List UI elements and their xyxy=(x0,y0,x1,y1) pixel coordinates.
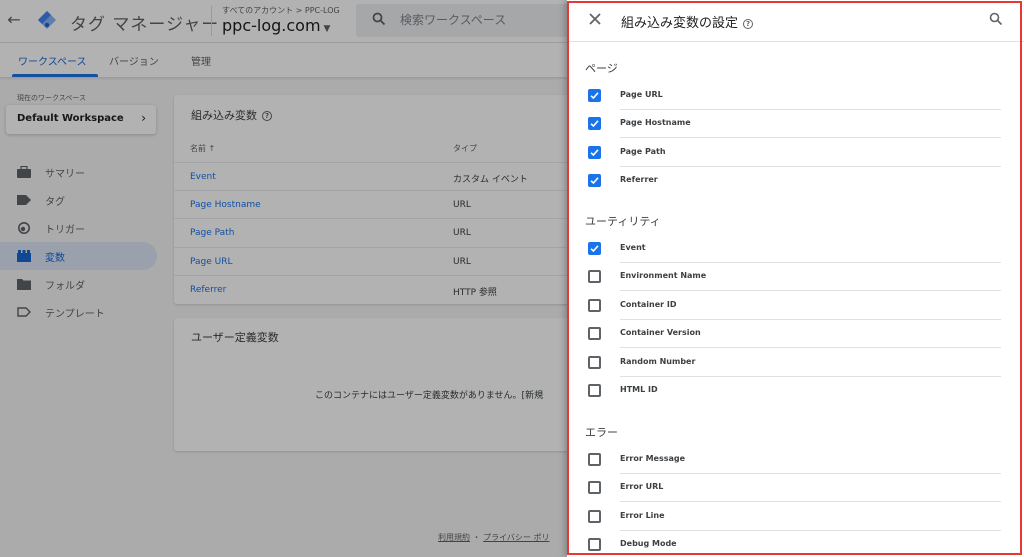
variable-checkbox-row[interactable]: Error URL xyxy=(587,474,1001,503)
variable-label: Page Hostname xyxy=(620,118,691,128)
search-icon[interactable] xyxy=(989,12,1003,26)
checkbox[interactable] xyxy=(588,242,601,255)
checkbox[interactable] xyxy=(588,270,601,284)
variable-checkbox-row[interactable]: Container Version xyxy=(587,320,1001,349)
checkmark-icon xyxy=(590,245,599,253)
variable-label: Page Path xyxy=(620,146,666,156)
variable-label: Debug Mode xyxy=(620,539,677,549)
checkbox[interactable] xyxy=(588,509,601,523)
section-heading: エラー xyxy=(585,426,618,439)
checkbox[interactable] xyxy=(588,481,601,495)
variable-checkbox-row[interactable]: Error Message xyxy=(587,446,1001,474)
checkmark-icon xyxy=(590,120,599,128)
variable-label: Error Message xyxy=(620,454,686,463)
variable-checkbox-row[interactable]: Error Line xyxy=(587,503,1001,531)
variable-label: HTML ID xyxy=(620,385,658,394)
variable-label: Event xyxy=(620,243,646,252)
builtin-variables-config-panel: 組み込み変数の設定? ページ Page URL Page Hostname Page … xyxy=(567,0,1024,557)
checkbox[interactable] xyxy=(588,355,601,369)
section-heading: ページ xyxy=(585,62,618,75)
checkbox[interactable] xyxy=(588,538,601,552)
checkmark-icon xyxy=(590,92,599,100)
checkbox[interactable] xyxy=(588,327,601,341)
variable-checkbox-row[interactable]: Container ID xyxy=(587,292,1001,320)
variable-checkbox-row[interactable]: Random Number xyxy=(587,349,1001,377)
variable-checkbox-row[interactable]: HTML ID xyxy=(587,377,1001,405)
checkbox[interactable] xyxy=(588,453,601,466)
checkbox[interactable] xyxy=(588,298,601,312)
checkbox[interactable] xyxy=(588,174,601,188)
variable-checkbox-row[interactable]: Debug Mode xyxy=(587,531,1001,557)
checkmark-icon xyxy=(590,149,599,156)
variable-checkbox-row[interactable]: Page Hostname xyxy=(587,110,1001,139)
panel-title-text: 組み込み変数の設定 xyxy=(621,16,739,31)
section-heading: ユーティリティ xyxy=(585,215,661,228)
variable-label: Error URL xyxy=(620,482,664,492)
variable-checkbox-row[interactable]: Environment Name xyxy=(587,263,1001,292)
close-icon[interactable] xyxy=(587,11,603,27)
variable-checkbox-row[interactable]: Page URL xyxy=(587,82,1001,110)
variable-checkbox-row[interactable]: Referrer xyxy=(587,167,1001,195)
variable-label: Page URL xyxy=(620,90,663,99)
checkbox[interactable] xyxy=(588,117,601,131)
variable-checkbox-row[interactable]: Page Path xyxy=(587,139,1001,167)
help-icon[interactable]: ? xyxy=(743,19,754,29)
variable-label: Container ID xyxy=(620,299,677,309)
variable-label: Container Version xyxy=(620,328,701,338)
variable-label: Referrer xyxy=(620,175,658,185)
panel-title: 組み込み変数の設定? xyxy=(621,12,754,31)
variable-label: Environment Name xyxy=(620,271,707,281)
variable-label: Random Number xyxy=(620,356,696,366)
variable-checkbox-row[interactable]: Event xyxy=(587,235,1001,263)
variable-label: Error Line xyxy=(620,510,665,520)
checkbox[interactable] xyxy=(588,89,601,102)
checkmark-icon xyxy=(590,177,599,185)
checkbox[interactable] xyxy=(588,145,601,159)
panel-header: 組み込み変数の設定? xyxy=(567,0,1024,42)
checkbox[interactable] xyxy=(588,384,601,397)
